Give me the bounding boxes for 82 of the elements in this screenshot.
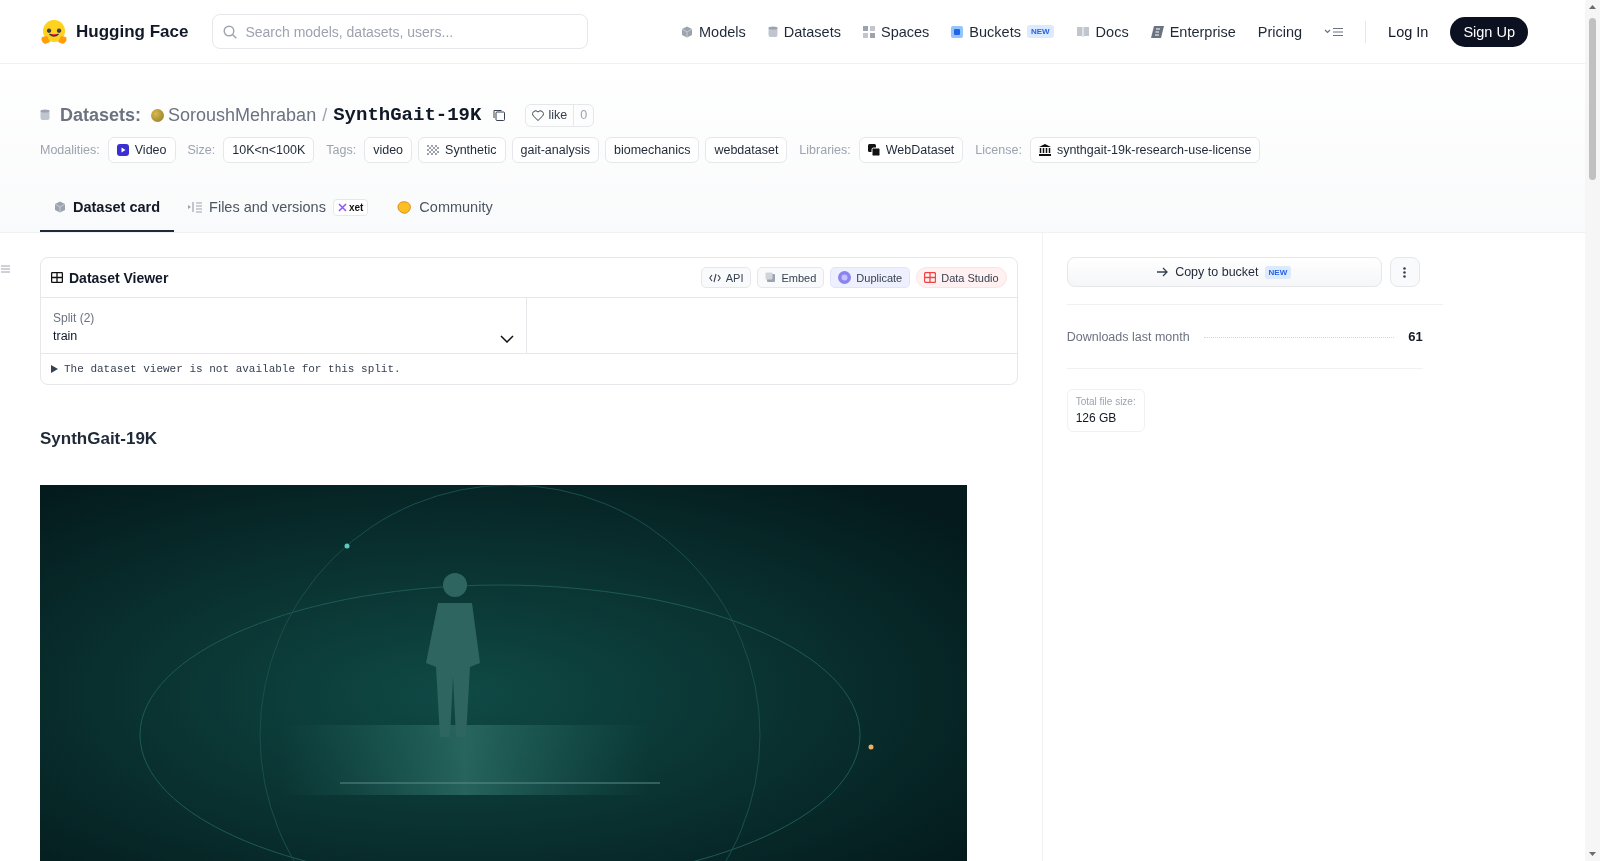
tab[interactable]: Community — [382, 184, 507, 232]
file-size-label: Total file size: — [1075, 396, 1136, 407]
heart-icon — [532, 109, 545, 121]
like-count: 0 — [573, 104, 594, 126]
enterprise-icon — [1150, 25, 1164, 38]
copy-icon — [765, 272, 777, 283]
brand-name[interactable]: Hugging Face — [76, 21, 189, 42]
viewer-title: Dataset Viewer — [69, 269, 169, 286]
repo-name: SynthGait-19K — [333, 104, 482, 126]
card-heading: SynthGait-19K — [40, 429, 159, 450]
square-icon — [951, 25, 964, 38]
like-button[interactable]: like 0 — [525, 103, 595, 127]
tag-chip[interactable]: Synthetic — [418, 137, 506, 163]
meta-label: Modalities: — [40, 143, 100, 157]
caret-icon — [51, 365, 58, 373]
bank-icon — [1038, 144, 1051, 156]
search-icon — [223, 25, 238, 39]
table-icon — [924, 272, 937, 283]
tag-chip[interactable]: WebDataset — [858, 137, 964, 163]
like-label: like — [548, 108, 568, 122]
checker-icon — [427, 145, 440, 155]
new-badge: NEW — [1026, 25, 1054, 38]
database-icon — [767, 25, 778, 38]
cube-icon — [681, 25, 693, 38]
nav-link[interactable]: Spaces — [862, 23, 930, 40]
data-studio-button[interactable]: Data Studio — [916, 267, 1007, 288]
files-icon — [188, 201, 203, 213]
nav-link[interactable]: Models — [681, 23, 746, 40]
signup-button[interactable]: Sign Up — [1450, 16, 1528, 47]
tab[interactable]: Dataset card — [40, 184, 175, 232]
tag-chip[interactable]: synthgait-19k-research-use-license — [1029, 137, 1261, 163]
code-icon — [708, 272, 721, 283]
search-field[interactable]: Search models, datasets, users... — [212, 14, 589, 49]
repo-type-label: Datasets: — [60, 104, 142, 126]
avatar-icon — [151, 108, 165, 122]
owner-link[interactable]: SoroushMehraban — [151, 104, 317, 126]
nav-link[interactable]: Buckets NEW — [951, 23, 1054, 40]
file-size-value: 126 GB — [1075, 411, 1118, 425]
cube-icon — [54, 201, 66, 213]
video-icon — [116, 144, 129, 156]
new-badge: NEW — [1264, 265, 1292, 279]
nav-link[interactable]: Docs — [1075, 23, 1129, 40]
tag-chip[interactable]: video — [364, 137, 413, 163]
api-button[interactable]: API — [700, 267, 752, 288]
path-separator: / — [322, 104, 328, 126]
login-link[interactable]: Log In — [1388, 23, 1429, 40]
tag-chip[interactable]: Video — [107, 137, 176, 163]
tag-chip[interactable]: webdataset — [705, 137, 788, 163]
nav-link[interactable]: Pricing — [1257, 23, 1303, 40]
sidebar-toggle-icon[interactable] — [1, 265, 10, 273]
nav-link[interactable]: Datasets — [767, 23, 841, 40]
logo-icon — [40, 18, 68, 45]
tag-chip[interactable]: 10K<n<100K — [223, 137, 315, 163]
tag-chip[interactable]: biomechanics — [605, 137, 700, 163]
tab[interactable]: Files and versions xet — [174, 184, 383, 232]
database-icon — [40, 109, 50, 121]
copy-to-bucket-button[interactable]: Copy to bucket NEW — [1066, 257, 1382, 287]
xet-badge: xet — [332, 198, 369, 216]
more-menu-icon[interactable] — [1324, 26, 1344, 37]
downloads-count: 61 — [1408, 329, 1423, 344]
grid-icon — [862, 25, 875, 38]
tag-chip[interactable]: gait-analysis — [511, 137, 599, 163]
split-value: train — [53, 329, 79, 343]
duplicate-icon — [838, 271, 852, 284]
meta-label: License: — [975, 143, 1022, 157]
meta-label: Tags: — [326, 143, 357, 157]
duplicate-button[interactable]: Duplicate — [830, 267, 911, 288]
book-icon — [1075, 26, 1090, 37]
chevron-down-icon — [500, 335, 514, 343]
split-select[interactable]: Split (2) train — [41, 298, 527, 353]
library-icon — [867, 144, 880, 156]
table-icon — [51, 272, 63, 283]
copy-icon[interactable] — [493, 109, 506, 121]
downloads-label: Downloads last month — [1066, 329, 1190, 344]
arrow-right-icon — [1157, 267, 1170, 277]
kebab-icon — [1403, 266, 1407, 278]
nav-link[interactable]: Enterprise — [1150, 23, 1236, 40]
notice-text[interactable]: The dataset viewer is not available for this split. — [64, 363, 401, 375]
meta-label: Libraries: — [799, 143, 851, 157]
embed-button[interactable]: Embed — [757, 267, 825, 288]
split-label: Split (2) — [53, 311, 95, 325]
meta-label: Size: — [187, 143, 216, 157]
